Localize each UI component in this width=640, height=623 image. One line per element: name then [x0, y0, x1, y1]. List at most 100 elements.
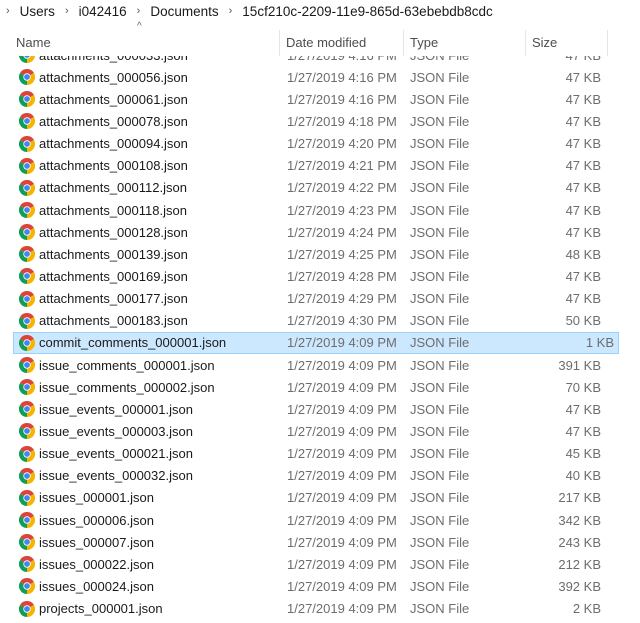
file-name-cell[interactable]: attachments_000118.json — [19, 200, 187, 220]
breadcrumb-chevron-icon[interactable]: › — [223, 5, 239, 17]
file-row[interactable]: attachments_000056.json 1/27/2019 4:16 PM… — [0, 66, 640, 88]
file-row[interactable]: issues_000007.json 1/27/2019 4:09 PM JSON … — [0, 531, 640, 553]
file-row[interactable]: attachments_000078.json 1/27/2019 4:18 PM… — [0, 110, 640, 132]
file-row[interactable]: issues_000006.json 1/27/2019 4:09 PM JSON … — [0, 509, 640, 531]
file-type: JSON File — [410, 291, 470, 307]
file-row[interactable]: attachments_000061.json 1/27/2019 4:16 PM… — [0, 88, 640, 110]
file-name: projects_000001.json — [39, 601, 163, 617]
file-name-cell[interactable]: attachments_000078.json — [19, 111, 188, 131]
file-name-cell[interactable]: attachments_000112.json — [19, 178, 187, 198]
file-type: JSON File — [410, 180, 470, 196]
file-date-modified: 1/27/2019 4:09 PM — [287, 401, 397, 417]
file-row[interactable]: issues_000024.json 1/27/2019 4:09 PM JSON … — [0, 575, 640, 597]
file-row[interactable]: attachments_000108.json 1/27/2019 4:21 PM… — [0, 155, 640, 177]
chrome-icon — [19, 69, 35, 86]
file-row[interactable]: issue_comments_000001.json 1/27/2019 4:09… — [0, 354, 640, 376]
file-name-cell[interactable]: projects_000001.json — [19, 599, 163, 619]
breadcrumb-chevron-icon[interactable]: › — [131, 5, 147, 17]
file-name: attachments_000108.json — [39, 158, 188, 174]
file-row[interactable]: attachments_000169.json 1/27/2019 4:28 PM… — [0, 265, 640, 287]
file-name-cell[interactable]: issues_000022.json — [19, 554, 154, 574]
file-type: JSON File — [410, 601, 470, 617]
file-row[interactable]: issue_events_000003.json 1/27/2019 4:09 P… — [0, 420, 640, 442]
file-name: attachments_000078.json — [39, 113, 188, 129]
breadcrumb-item[interactable]: Users — [16, 4, 59, 19]
file-size: 342 KB — [558, 512, 601, 528]
file-size: 212 KB — [558, 556, 601, 572]
file-name: issue_events_000032.json — [39, 468, 193, 484]
file-name: issues_000001.json — [39, 490, 154, 506]
file-row[interactable]: attachments_000177.json 1/27/2019 4:29 PM… — [0, 288, 640, 310]
file-name: attachments_000112.json — [39, 180, 187, 196]
file-name-cell[interactable]: attachments_000169.json — [19, 266, 188, 286]
file-name-cell[interactable]: attachments_000183.json — [19, 311, 188, 331]
chrome-icon — [19, 445, 35, 462]
file-name-cell[interactable]: issues_000001.json — [19, 488, 154, 508]
file-row[interactable]: attachments_000183.json 1/27/2019 4:30 PM… — [0, 310, 640, 332]
file-name-cell[interactable]: issue_events_000001.json — [19, 399, 193, 419]
file-name-cell[interactable]: issue_events_000021.json — [19, 444, 193, 464]
file-name: attachments_000094.json — [39, 136, 188, 152]
file-name-cell[interactable]: issues_000007.json — [19, 532, 154, 552]
file-row[interactable]: attachments_000118.json 1/27/2019 4:23 PM… — [0, 199, 640, 221]
file-name-cell[interactable]: attachments_000108.json — [19, 156, 188, 176]
file-date-modified: 1/27/2019 4:23 PM — [287, 202, 397, 218]
file-name-cell[interactable]: attachments_000128.json — [19, 222, 188, 242]
file-row[interactable]: issues_000022.json 1/27/2019 4:09 PM JSON … — [0, 553, 640, 575]
file-date-modified: 1/27/2019 4:20 PM — [287, 136, 397, 152]
file-row[interactable]: issue_events_000021.json 1/27/2019 4:09 P… — [0, 443, 640, 465]
file-name: issue_events_000001.json — [39, 401, 193, 417]
file-name: attachments_000177.json — [39, 291, 188, 307]
file-row[interactable]: commit_comments_000001.json 1/27/2019 4:0… — [13, 331, 619, 354]
file-name-cell[interactable]: issue_comments_000001.json — [19, 355, 215, 375]
file-row[interactable]: issues_000001.json 1/27/2019 4:09 PM JSON … — [0, 487, 640, 509]
file-name-cell[interactable]: attachments_000177.json — [19, 289, 188, 309]
file-type: JSON File — [410, 534, 470, 550]
file-date-modified: 1/27/2019 4:24 PM — [287, 224, 397, 240]
file-row[interactable]: attachments_000128.json 1/27/2019 4:24 PM… — [0, 221, 640, 243]
file-date-modified: 1/27/2019 4:09 PM — [287, 578, 397, 594]
file-name-cell[interactable]: attachments_000139.json — [19, 244, 188, 264]
file-row[interactable]: issue_events_000032.json 1/27/2019 4:09 P… — [0, 465, 640, 487]
file-size: 48 KB — [565, 246, 601, 262]
file-row[interactable]: issue_comments_000002.json 1/27/2019 4:09… — [0, 376, 640, 398]
file-row[interactable]: attachments_000094.json 1/27/2019 4:20 PM… — [0, 133, 640, 155]
chrome-icon — [19, 56, 35, 64]
chrome-icon — [19, 379, 35, 396]
column-header-name[interactable]: Name — [10, 30, 280, 56]
file-name-cell[interactable]: issue_events_000003.json — [19, 421, 193, 441]
file-name-cell[interactable]: attachments_000056.json — [19, 67, 188, 87]
column-header-type[interactable]: Type — [404, 30, 526, 56]
file-name: issues_000007.json — [39, 534, 154, 550]
breadcrumb-chevron-icon[interactable]: › — [59, 5, 75, 17]
breadcrumb-item[interactable]: Documents — [146, 4, 222, 19]
column-header-date-modified[interactable]: Date modified — [280, 30, 404, 56]
file-name: attachments_000118.json — [39, 202, 187, 218]
file-row[interactable]: attachments_000139.json 1/27/2019 4:25 PM… — [0, 243, 640, 265]
file-type: JSON File — [410, 69, 470, 85]
file-name-cell[interactable]: attachments_000033.json — [19, 56, 188, 65]
breadcrumb-chevron-icon[interactable]: › — [0, 5, 16, 17]
file-type: JSON File — [410, 357, 470, 373]
file-name-cell[interactable]: issue_comments_000002.json — [19, 377, 215, 397]
file-name: attachments_000061.json — [39, 91, 188, 107]
breadcrumb-item[interactable]: 15cf210c-2209-11e9-865d-63ebebdb8cdc — [238, 4, 496, 19]
file-name-cell[interactable]: issues_000024.json — [19, 576, 154, 596]
file-row[interactable]: issue_events_000001.json 1/27/2019 4:09 P… — [0, 398, 640, 420]
file-list[interactable]: attachments_000033.json 1/27/2019 4:16 PM… — [0, 56, 640, 623]
file-row[interactable]: projects_000001.json 1/27/2019 4:09 PM JSO… — [0, 598, 640, 620]
file-name-cell[interactable]: attachments_000094.json — [19, 134, 188, 154]
file-name-cell[interactable]: issues_000006.json — [19, 510, 154, 530]
file-row[interactable]: attachments_000033.json 1/27/2019 4:16 PM… — [0, 56, 640, 66]
breadcrumb-item[interactable]: i042416 — [75, 4, 131, 19]
file-name-cell[interactable]: issue_events_000032.json — [19, 466, 193, 486]
column-header-size[interactable]: Size — [526, 30, 608, 56]
file-row[interactable]: attachments_000112.json 1/27/2019 4:22 PM… — [0, 177, 640, 199]
file-name: attachments_000169.json — [39, 268, 188, 284]
file-size: 1 KB — [585, 335, 614, 351]
file-name-cell[interactable]: attachments_000061.json — [19, 89, 188, 109]
file-date-modified: 1/27/2019 4:29 PM — [287, 291, 397, 307]
file-type: JSON File — [410, 379, 470, 395]
file-name-cell[interactable]: commit_comments_000001.json — [19, 333, 226, 353]
chrome-icon — [19, 135, 35, 152]
